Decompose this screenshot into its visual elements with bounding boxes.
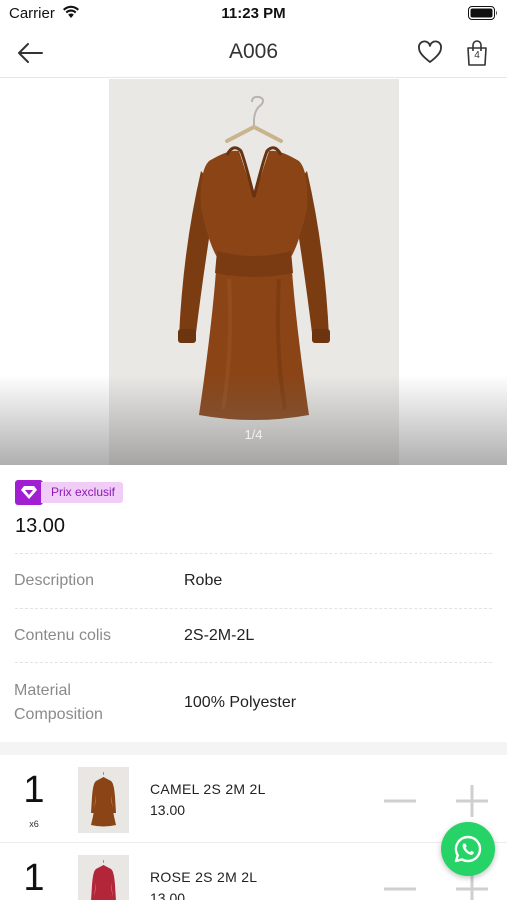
section-separator xyxy=(0,742,507,755)
spec-label-description: Description xyxy=(14,572,95,589)
whatsapp-icon xyxy=(454,835,482,863)
spec-value-material: 100% Polyester xyxy=(184,694,297,711)
spec-label-material: Material Composition xyxy=(14,682,103,723)
battery-icon xyxy=(468,6,497,20)
cart-count: 4 xyxy=(474,50,480,61)
variant-name: CAMEL 2S 2M 2L xyxy=(150,781,266,797)
cart-button[interactable]: 4 xyxy=(465,39,489,67)
variant-quantity: 1 xyxy=(23,857,45,899)
product-image[interactable] xyxy=(109,79,399,465)
whatsapp-button[interactable] xyxy=(441,822,495,876)
spec-label-package: Contenu colis xyxy=(14,627,111,644)
variant-quantity: 1 xyxy=(23,769,45,811)
variant-thumbnail[interactable] xyxy=(78,767,129,833)
minus-icon[interactable] xyxy=(382,871,418,900)
badge-label: Prix exclusif xyxy=(41,482,124,503)
minus-icon[interactable] xyxy=(382,783,418,819)
nav-bar: A006 4 xyxy=(0,28,507,78)
product-gallery[interactable]: 1/4 xyxy=(0,79,507,465)
diamond-icon xyxy=(15,480,43,505)
status-bar: Carrier 11:23 PM xyxy=(0,0,507,28)
product-price: 13.00 xyxy=(15,515,66,537)
divider xyxy=(15,553,492,554)
exclusive-price-badge: Prix exclusif xyxy=(15,480,124,505)
plus-icon[interactable] xyxy=(454,783,490,819)
variant-multiplier: x6 xyxy=(29,819,39,829)
back-arrow-icon[interactable] xyxy=(16,40,44,66)
variant-row: 1 x6 CAMEL 2S 2M 2L 13.00 xyxy=(0,755,507,843)
divider xyxy=(15,608,492,609)
variant-thumbnail[interactable] xyxy=(78,855,129,900)
spec-value-description: Robe xyxy=(184,572,223,589)
clock: 11:23 PM xyxy=(221,5,286,22)
gallery-pager: 1/4 xyxy=(244,427,263,442)
heart-icon[interactable] xyxy=(417,40,443,66)
variant-row: 1 x6 ROSE 2S 2M 2L 13.00 xyxy=(0,843,507,900)
spec-value-package: 2S-2M-2L xyxy=(184,627,255,644)
variant-price: 13.00 xyxy=(150,802,186,818)
divider xyxy=(15,662,492,663)
variant-price: 13.00 xyxy=(150,890,186,900)
variant-name: ROSE 2S 2M 2L xyxy=(150,869,258,885)
dress-illustration xyxy=(178,95,330,420)
